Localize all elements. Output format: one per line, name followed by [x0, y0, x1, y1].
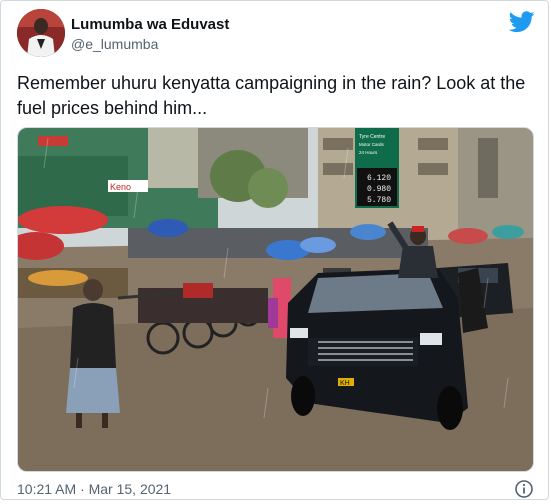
license-plate: KH	[340, 380, 350, 387]
tweet-card: Lumumba wa Eduvast @e_lumumba Remember u…	[0, 0, 549, 500]
fuel-price: 0.980	[367, 185, 391, 194]
info-icon[interactable]	[514, 479, 534, 499]
price-board-header: Tyre Centre	[359, 134, 385, 140]
display-name[interactable]: Lumumba wa Eduvast	[71, 16, 229, 33]
price-board-header: 24 Hours	[359, 150, 378, 155]
fuel-price: 5.780	[367, 196, 391, 205]
price-board-header: Motor Cards	[359, 142, 385, 147]
tweet-photo[interactable]: Keno Tyre Centre Motor Cards 24 Hours 6.…	[17, 127, 534, 472]
twitter-bird-icon[interactable]	[508, 11, 535, 33]
street-scene-photo: Keno Tyre Centre Motor Cards 24 Hours 6.…	[18, 128, 533, 471]
campaign-vehicle: KH	[286, 268, 468, 430]
user-handle[interactable]: @e_lumumba	[71, 36, 158, 52]
fuel-price: 6.120	[367, 174, 391, 183]
avatar[interactable]	[17, 9, 65, 57]
tweet-text: Remember uhuru kenyatta campaigning in t…	[17, 73, 526, 118]
fuel-price-board: Tyre Centre Motor Cards 24 Hours 6.120 0…	[355, 128, 399, 208]
shop-sign-text: Keno	[110, 182, 131, 192]
tweet-timestamp[interactable]: 10:21 AM · Mar 15, 2021	[17, 481, 171, 497]
avatar-image	[17, 9, 65, 57]
